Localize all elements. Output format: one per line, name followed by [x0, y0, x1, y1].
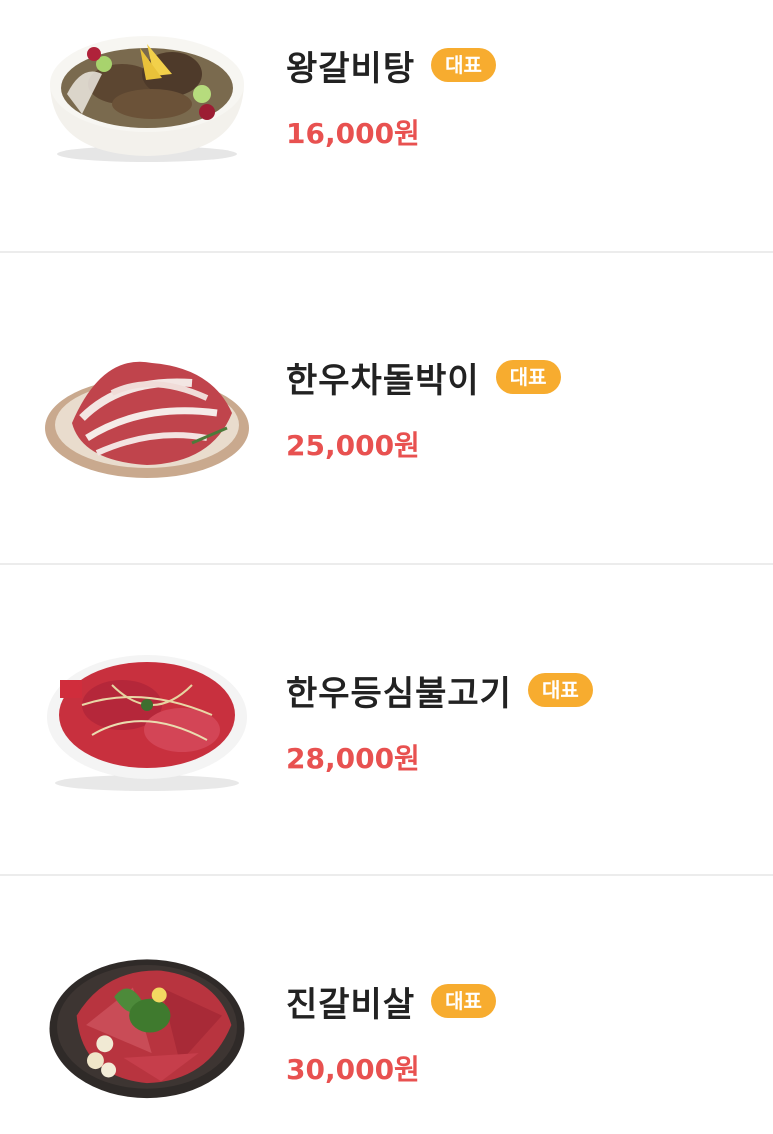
item-price: 30,000원	[286, 1053, 420, 1086]
signature-badge: 대표	[527, 673, 593, 707]
beef-brisket-plate-image	[42, 333, 252, 483]
signature-badge: 대표	[431, 48, 496, 82]
item-price: 16,000원	[286, 117, 420, 150]
item-name[interactable]: 왕갈비탕	[286, 41, 415, 90]
item-price: 28,000원	[286, 742, 420, 775]
item-name-row: 한우등심불고기 대표	[286, 666, 593, 715]
sirloin-bulgogi-plate-image	[42, 645, 252, 795]
menu-item[interactable]: 한우등심불고기 대표 28,000원	[0, 565, 773, 875]
item-name[interactable]: 한우차돌박이	[286, 353, 480, 402]
menu-list: 왕갈비탕 대표 16,000원 한우차돌박이 대표 25,000원 한우등심불고…	[0, 0, 773, 1134]
item-name[interactable]: 진갈비살	[286, 977, 415, 1026]
signature-badge: 대표	[495, 360, 561, 394]
menu-item[interactable]: 진갈비살 대표 30,000원	[0, 876, 773, 1134]
item-name-row: 왕갈비탕 대표	[286, 41, 496, 90]
item-name-row: 한우차돌박이 대표	[286, 353, 561, 402]
item-name[interactable]: 한우등심불고기	[286, 666, 512, 715]
item-name-row: 진갈비살 대표	[286, 977, 496, 1026]
signature-badge: 대표	[431, 984, 496, 1018]
galbitang-soup-bowl-image	[42, 14, 252, 164]
item-price: 25,000원	[286, 429, 420, 462]
menu-item[interactable]: 한우차돌박이 대표 25,000원	[0, 253, 773, 563]
rib-meat-platter-image	[42, 950, 252, 1100]
